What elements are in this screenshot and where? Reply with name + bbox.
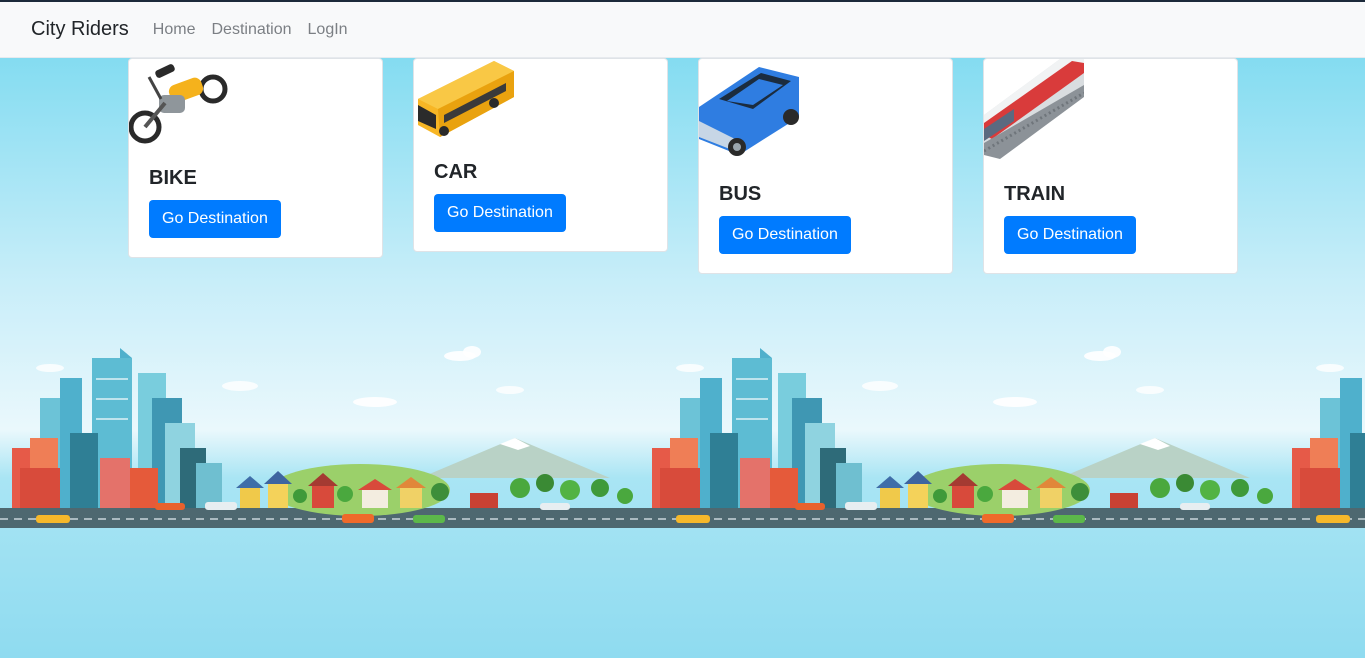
go-destination-button[interactable]: Go Destination [719, 216, 851, 254]
train-icon [984, 59, 1084, 159]
vehicle-card-bike: BIKE Go Destination [128, 58, 383, 258]
bus-icon [418, 61, 514, 137]
brand-logo[interactable]: City Riders [31, 18, 129, 41]
motorbike-icon [129, 64, 228, 144]
vehicle-card-train: TRAIN Go Destination [983, 58, 1238, 274]
card-title: BIKE [149, 167, 197, 189]
go-destination-button[interactable]: Go Destination [1004, 216, 1136, 254]
vehicle-card-car: CAR Go Destination [413, 58, 668, 252]
card-title: BUS [719, 183, 762, 205]
go-destination-button[interactable]: Go Destination [434, 194, 566, 232]
nav-link-home[interactable]: Home [153, 21, 196, 39]
vehicle-card-bus: BUS Go Destination [698, 58, 953, 274]
card-title: CAR [434, 161, 478, 183]
nav-link-destination[interactable]: Destination [211, 21, 291, 39]
city-background: BIKE Go Destination CAR Go Destination B… [0, 58, 1365, 658]
nav-link-login[interactable]: LogIn [308, 21, 348, 39]
city-skyline-illustration [0, 346, 1365, 528]
navbar: City Riders Home Destination LogIn [0, 2, 1365, 58]
car-icon [699, 67, 799, 156]
go-destination-button[interactable]: Go Destination [149, 200, 281, 238]
card-title: TRAIN [1004, 183, 1066, 205]
